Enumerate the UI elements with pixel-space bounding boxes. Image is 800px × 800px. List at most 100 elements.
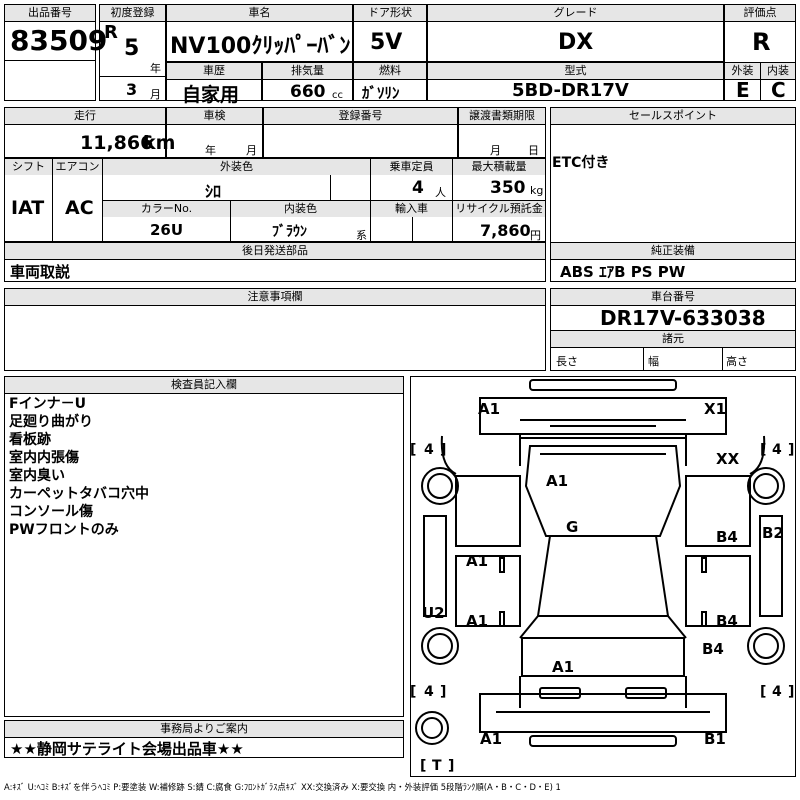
load-value: 350 xyxy=(490,178,526,198)
diagram-mark: A1 xyxy=(466,552,488,570)
inspector-line: Fインナ－U xyxy=(9,396,86,412)
inspector-label: 検査員記入欄 xyxy=(5,377,403,394)
diagram-mark: A1 xyxy=(480,730,502,748)
recycle-value: 7,860 xyxy=(480,221,531,240)
grade-value: DX xyxy=(558,30,594,55)
insp-month-unit: 月 xyxy=(246,144,257,157)
int-color-suffix: 系 xyxy=(356,229,367,242)
transfer-day-unit: 日 xyxy=(528,144,539,157)
shift-label: シフト xyxy=(5,159,52,175)
diagram-mark: XX xyxy=(716,450,740,468)
int-color-value: ﾌﾞﾗｳﾝ xyxy=(272,224,307,240)
tire-bl: 4 xyxy=(424,684,434,700)
reg-month: 3 xyxy=(126,80,138,99)
reg-year: 5 xyxy=(124,36,140,61)
diagram-mark: A1 xyxy=(478,400,500,418)
score-label: 評価点 xyxy=(725,5,795,22)
month-unit: 月 xyxy=(150,88,161,101)
insp-year-unit: 年 xyxy=(205,144,216,157)
sales-cell xyxy=(550,107,796,255)
inspector-line: 足廻り曲がり xyxy=(9,414,93,430)
later-value: 車両取説 xyxy=(10,263,71,281)
load-label: 最大積載量 xyxy=(453,159,545,175)
transfer-month-unit: 月 xyxy=(490,144,501,157)
inspector-line: 室内内張傷 xyxy=(9,450,79,466)
first-reg-label: 初度登録 xyxy=(100,5,165,22)
diagram-mark: G xyxy=(566,518,578,536)
score-value: R xyxy=(752,28,771,56)
diagram-mark: B4 xyxy=(702,640,724,658)
height-label: 高さ xyxy=(726,355,748,368)
color-no-label: カラーNo. xyxy=(103,201,230,217)
capacity-unit: 人 xyxy=(435,186,446,199)
capacity-label: 乗車定員 xyxy=(371,159,452,175)
inspector-line: 看板跡 xyxy=(9,432,51,448)
sales-label: セールスポイント xyxy=(551,108,795,125)
door-value: 5V xyxy=(370,30,403,55)
ext-score: E xyxy=(736,78,750,102)
diagram-mark: X1 xyxy=(704,400,726,418)
length-label: 長さ xyxy=(556,355,578,368)
diagram-mark: A1 xyxy=(466,612,488,630)
diagram-mark: A1 xyxy=(546,472,568,490)
svg-text:]: ] xyxy=(440,442,446,458)
car-name: NV100ｸﾘｯﾊﾟｰﾊﾞﾝ xyxy=(170,34,351,59)
grade-label: グレード xyxy=(428,5,723,22)
svg-text:[: [ xyxy=(410,684,416,700)
lot-number: 83509 xyxy=(10,24,108,57)
diagram-mark: A1 xyxy=(552,658,574,676)
sales-value: ETC付き xyxy=(552,155,610,171)
int-score: C xyxy=(771,78,786,102)
transfer-label: 譲渡書類期限 xyxy=(459,108,545,125)
svg-text:[: [ xyxy=(410,442,416,458)
ac-value: AC xyxy=(65,197,94,219)
tire-tr: 4 xyxy=(772,442,782,458)
int-color-label: 内装色 xyxy=(231,201,370,217)
svg-text:[: [ xyxy=(420,758,426,774)
later-label: 後日発送部品 xyxy=(5,243,545,260)
tire-tl: 4 xyxy=(424,442,434,458)
equip-label: 純正装備 xyxy=(551,243,795,260)
office-label: 事務局よりご案内 xyxy=(5,721,403,738)
history-label: 車歴 xyxy=(167,63,261,80)
svg-text:]: ] xyxy=(788,442,794,458)
diagram-mark: B4 xyxy=(716,612,738,630)
car-diagram: A1 X1 XX A1 G A1 A1 B4 B4 B2 U2 B4 A1 A1… xyxy=(410,379,794,774)
load-unit: kg xyxy=(530,184,544,197)
inspection-label: 車検 xyxy=(167,108,262,125)
svg-text:]: ] xyxy=(448,758,454,774)
year-unit: 年 xyxy=(150,62,161,75)
spare-tire: T xyxy=(432,758,442,774)
office-value: ★★静岡サテライト会場出品車★★ xyxy=(10,740,244,758)
inspector-line: コンソール傷 xyxy=(9,504,93,520)
fuel-label: 燃料 xyxy=(354,63,426,80)
model-value: 5BD-DR17V xyxy=(512,80,629,101)
inspector-line: 室内臭い xyxy=(9,468,65,484)
lot-label: 出品番号 xyxy=(5,5,95,22)
svg-text:[: [ xyxy=(760,442,766,458)
equip-value: ABS ｴｱB PS PW xyxy=(560,263,686,281)
diagram-mark: B4 xyxy=(716,528,738,546)
diagram-mark: B2 xyxy=(762,524,784,542)
diagram-mark: B1 xyxy=(704,730,726,748)
ext-color-value: ｼﾛ xyxy=(205,182,222,201)
era: R xyxy=(104,22,118,43)
ext-color-label: 外装色 xyxy=(103,159,370,175)
capacity-value: 4 xyxy=(412,178,424,198)
diagram-mark: U2 xyxy=(422,604,445,622)
width-label: 幅 xyxy=(648,355,659,368)
carname-label: 車名 xyxy=(167,5,352,22)
ac-label: エアコン xyxy=(53,159,102,175)
model-label: 型式 xyxy=(428,63,723,80)
color-no-value: 26U xyxy=(150,221,184,239)
displacement-value: 660 xyxy=(290,82,326,102)
dims-label: 諸元 xyxy=(551,331,795,348)
svg-text:]: ] xyxy=(788,684,794,700)
recycle-label: リサイクル預託金 xyxy=(453,201,545,217)
recycle-unit: 円 xyxy=(530,229,541,242)
svg-text:[: [ xyxy=(760,684,766,700)
inspector-line: PWフロントのみ xyxy=(9,522,119,538)
displacement-unit: cc xyxy=(332,90,343,101)
chassis-value: DR17V-633038 xyxy=(600,306,766,330)
displacement-label: 排気量 xyxy=(263,63,352,80)
